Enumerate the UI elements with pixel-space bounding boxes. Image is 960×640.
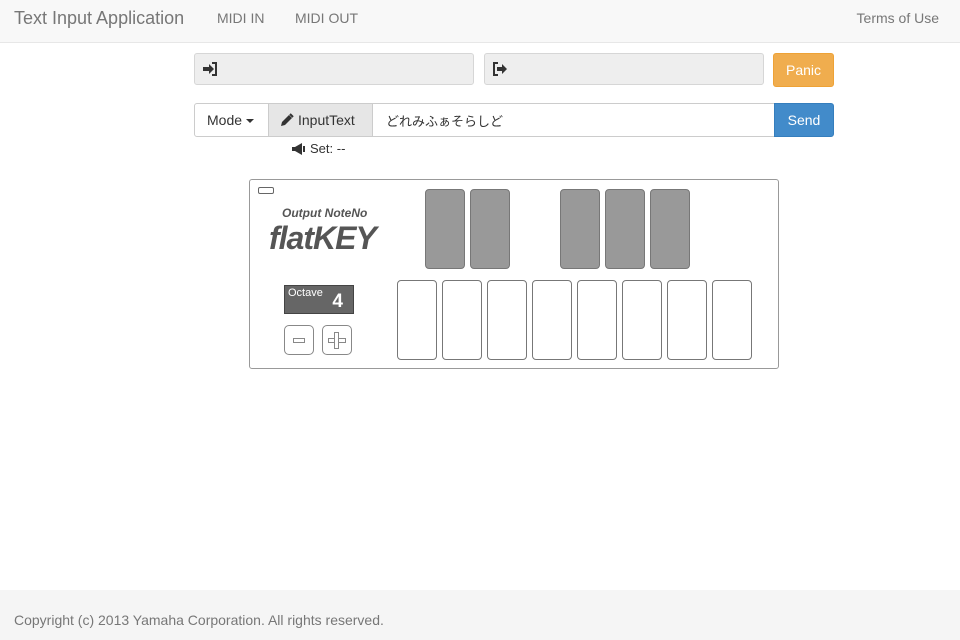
black-key[interactable] xyxy=(470,189,510,269)
white-key[interactable] xyxy=(712,280,752,360)
octave-up-button[interactable] xyxy=(322,325,352,355)
send-button[interactable]: Send xyxy=(774,103,834,137)
nav-terms-of-use[interactable]: Terms of Use xyxy=(857,10,939,26)
octave-down-button[interactable] xyxy=(284,325,314,355)
sign-in-icon xyxy=(203,62,217,76)
octave-value: 4 xyxy=(332,291,343,312)
midi-in-select[interactable] xyxy=(194,53,474,85)
bullhorn-icon xyxy=(292,143,305,155)
caret-down-icon xyxy=(246,119,255,124)
mode-dropdown-button[interactable]: Mode xyxy=(194,103,269,137)
white-key[interactable] xyxy=(487,280,527,360)
flatkey-panel: Output NoteNo flatKEY Octave 4 xyxy=(249,179,779,369)
black-key[interactable] xyxy=(560,189,600,269)
plus-icon-vertical xyxy=(334,332,339,349)
panel-indicator xyxy=(258,187,274,194)
white-key[interactable] xyxy=(397,280,437,360)
flatkey-logo: flatKEY xyxy=(269,220,377,256)
inputtext-label: InputText xyxy=(298,112,355,128)
navbar: Text Input Application MIDI IN MIDI OUT … xyxy=(0,0,960,43)
output-noteno-label: Output NoteNo xyxy=(282,206,368,220)
white-key[interactable] xyxy=(532,280,572,360)
minus-icon xyxy=(293,338,305,343)
black-key[interactable] xyxy=(425,189,465,269)
panic-button[interactable]: Panic xyxy=(773,53,834,87)
octave-label: Octave xyxy=(288,287,323,299)
sign-out-icon xyxy=(493,62,507,76)
white-key[interactable] xyxy=(577,280,617,360)
white-key[interactable] xyxy=(667,280,707,360)
octave-display: Octave 4 xyxy=(284,285,354,314)
set-status: Set: -- xyxy=(291,141,345,156)
nav-midi-out[interactable]: MIDI OUT xyxy=(295,10,358,26)
black-key[interactable] xyxy=(650,189,690,269)
nav-midi-in[interactable]: MIDI IN xyxy=(217,10,264,26)
inputtext-button[interactable]: InputText xyxy=(268,103,373,137)
footer-copyright: Copyright (c) 2013 Yamaha Corporation. A… xyxy=(14,612,384,628)
footer: Copyright (c) 2013 Yamaha Corporation. A… xyxy=(0,590,960,640)
mode-label: Mode xyxy=(207,112,243,128)
text-input-field[interactable] xyxy=(372,103,775,137)
pencil-icon xyxy=(281,113,294,126)
white-key[interactable] xyxy=(622,280,662,360)
black-key[interactable] xyxy=(605,189,645,269)
set-status-text: Set: -- xyxy=(310,141,346,156)
white-key[interactable] xyxy=(442,280,482,360)
app-title[interactable]: Text Input Application xyxy=(14,8,184,29)
midi-out-select[interactable] xyxy=(484,53,764,85)
